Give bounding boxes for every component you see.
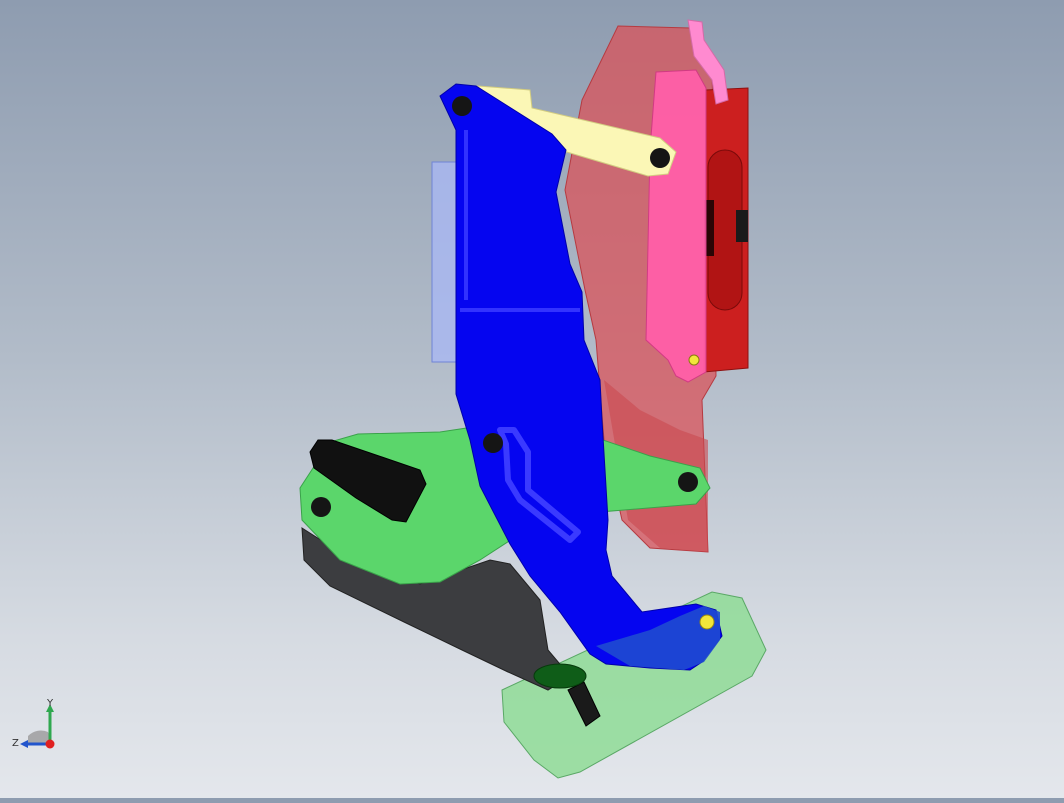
light-blue-plate-part[interactable] xyxy=(431,161,459,363)
assembly-model[interactable] xyxy=(0,0,1064,798)
pin-yellow-link[interactable] xyxy=(650,148,670,168)
bolt-head-part[interactable] xyxy=(533,663,587,689)
pink-slider-pin xyxy=(688,354,700,366)
y-axis-label: Y xyxy=(46,698,54,709)
z-axis-label: Z xyxy=(12,738,19,749)
pink-slider-part[interactable] xyxy=(645,69,707,383)
pin-green-left[interactable] xyxy=(311,497,331,517)
pin-blue-middle[interactable] xyxy=(483,433,503,453)
coordinate-triad: Y Z xyxy=(8,696,68,756)
x-axis-icon xyxy=(45,739,55,749)
cad-3d-viewport[interactable] xyxy=(0,0,1064,798)
pin-yellow-base[interactable] xyxy=(699,614,715,630)
pin-top-left[interactable] xyxy=(452,96,472,116)
pin-green-right[interactable] xyxy=(678,472,698,492)
handle-clip xyxy=(736,210,748,242)
